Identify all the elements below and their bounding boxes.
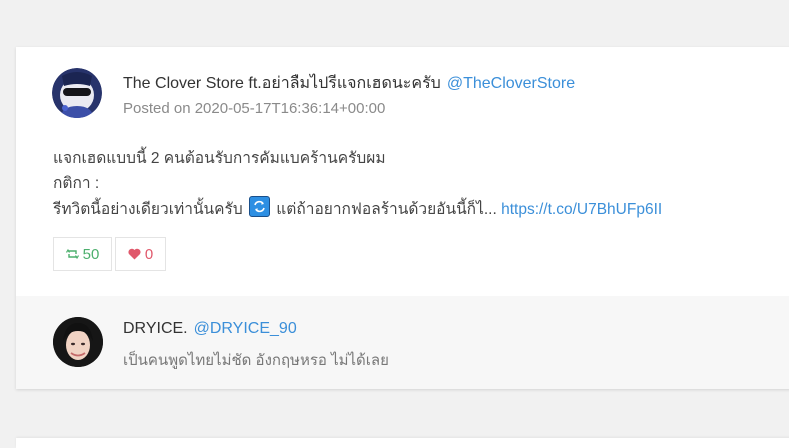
tweet: The Clover Store ft.อย่าลืมไปรีแจกเฮดนะค… [16,47,789,296]
reply-text: เป็นคนพูดไทยไม่ชัด อังกฤษหรอ ไม่ได้เลย [123,352,389,369]
reply-avatar[interactable] [53,317,103,367]
like-count: 0 [144,245,154,263]
tweet-body-segment: แต่ถ้าอยากฟอลร้านด้วยอันนี้ก็ไ... [276,201,497,218]
tweet-user-name[interactable]: The Clover Store ft.อย่าลืมไปรีแจกเฮดนะค… [123,75,441,92]
like-button[interactable]: 0 [115,237,166,271]
reply-user-name[interactable]: DRYICE. [123,320,188,337]
tweet-actions: 50 0 [53,237,166,271]
tweet-body-line: แจกเฮดแบบนี้ 2 คนต้อนรับการคัมแบคร้านครั… [53,150,386,167]
tweet-body-segment: รีทวิตนี้อย่างเดียวเท่านั้นครับ [53,201,243,218]
tweet-user-line: The Clover Store ft.อย่าลืมไปรีแจกเฮดนะค… [123,71,575,96]
tweet-body-line: กติกา : [53,174,100,192]
reply: DRYICE. @DRYICE_90 เป็นคนพูดไทยไม่ชัด อัง… [16,296,789,389]
retweet-count: 50 [82,245,100,263]
reply-user-handle[interactable]: @DRYICE_90 [194,320,297,337]
avatar[interactable] [52,68,102,118]
tweet-user-handle[interactable]: @TheCloverStore [447,75,575,92]
next-card [16,438,789,448]
heart-icon [128,248,141,260]
retweet-button[interactable]: 50 [53,237,112,271]
reply-user-line: DRYICE. @DRYICE_90 [123,320,297,338]
tweet-link[interactable]: https://t.co/U7BhUFp6II [501,201,662,218]
tweet-card: The Clover Store ft.อย่าลืมไปรีแจกเฮดนะค… [16,47,789,389]
tweet-body-line: รีทวิตนี้อย่างเดียวเท่านั้นครับ แต่ถ้าอย… [53,196,662,223]
retweet-icon [65,248,79,260]
tweet-body: แจกเฮดแบบนี้ 2 คนต้อนรับการคัมแบคร้านครั… [53,147,662,223]
repeat-emoji-icon [248,196,270,217]
tweet-timestamp: Posted on 2020-05-17T16:36:14+00:00 [123,100,386,117]
